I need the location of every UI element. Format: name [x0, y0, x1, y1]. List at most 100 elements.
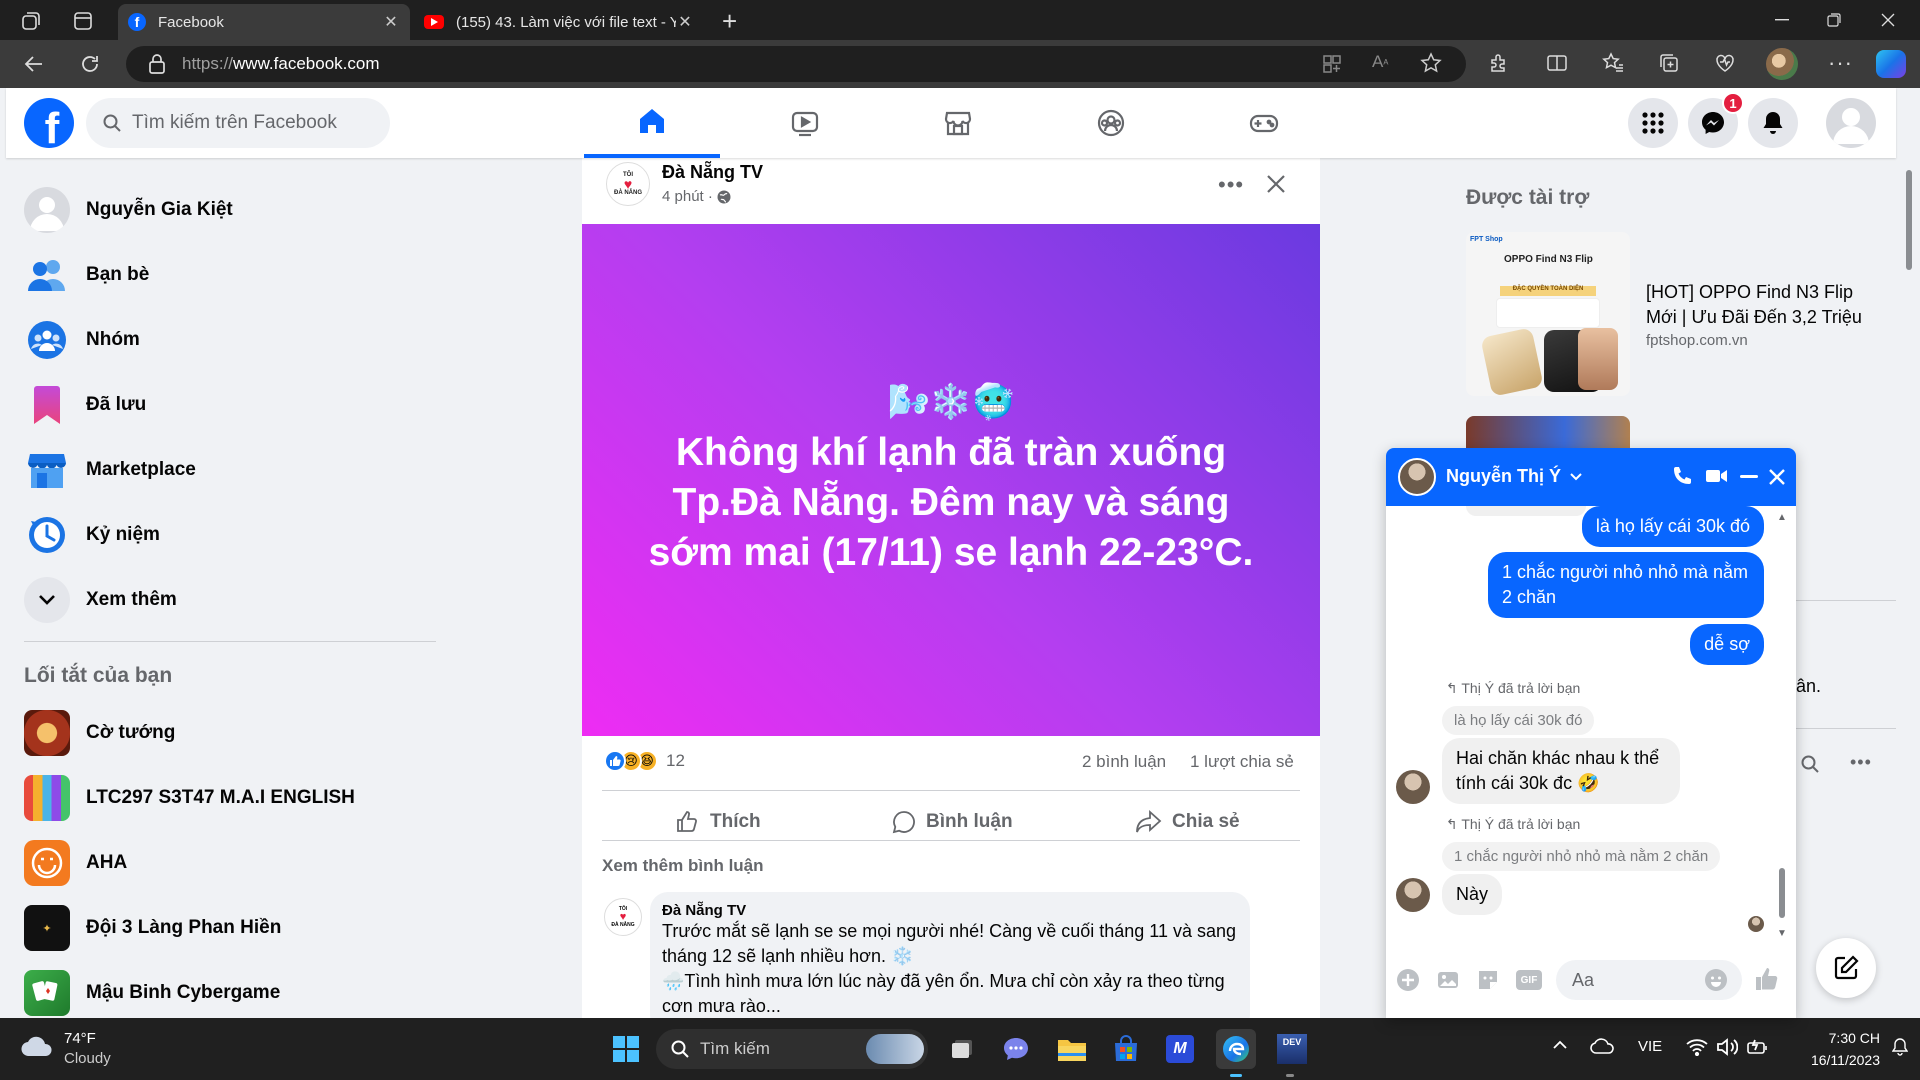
sidebar-item-marketplace[interactable]: Marketplace	[24, 442, 196, 498]
post-author[interactable]: Đà Nẵng TV	[662, 162, 763, 183]
second-ad-image[interactable]	[1466, 416, 1630, 448]
menu-button[interactable]	[1628, 98, 1678, 148]
weather-temperature[interactable]: 74°F	[64, 1030, 96, 1047]
cloud-weather-icon[interactable]	[20, 1032, 54, 1058]
thumbs-up-send-icon[interactable]	[1754, 966, 1780, 992]
favorite-star-icon[interactable]	[1420, 52, 1442, 74]
received-message[interactable]: Hai chăn khác nhau k thể tính cái 30k đc…	[1442, 738, 1680, 804]
split-screen-icon[interactable]	[1546, 52, 1568, 74]
sidebar-item-groups[interactable]: Nhóm	[24, 312, 140, 368]
comment-button[interactable]: Bình luận	[892, 800, 1013, 844]
sidebar-item-see-more[interactable]: Xem thêm	[24, 572, 177, 628]
close-tab-icon[interactable]: ✕	[382, 12, 400, 32]
tab-home[interactable]	[584, 88, 720, 158]
chat-scrollbar-thumb[interactable]	[1779, 868, 1785, 918]
collections-icon[interactable]	[1658, 52, 1680, 74]
shortcut-co-tuong[interactable]: Cờ tướng	[24, 705, 175, 761]
sent-message[interactable]: dễ sợ	[1690, 624, 1764, 665]
notifications-button[interactable]	[1748, 98, 1798, 148]
favorites-icon[interactable]	[1602, 52, 1624, 74]
post-more-icon[interactable]: •••	[1218, 172, 1244, 198]
task-view-icon[interactable]	[942, 1029, 982, 1069]
copilot-icon[interactable]	[1876, 50, 1906, 78]
settings-more-icon[interactable]: ···	[1828, 50, 1853, 76]
page-scrollbar[interactable]	[1898, 88, 1920, 1018]
shortcut-aha[interactable]: AHA	[24, 835, 127, 891]
tab-facebook[interactable]: f Facebook ✕	[118, 4, 410, 40]
close-chat-icon[interactable]	[1768, 468, 1786, 486]
tab-groups[interactable]	[1043, 88, 1179, 158]
url-field[interactable]: https://www.facebook.com	[126, 46, 1466, 82]
input-language[interactable]: VIE	[1638, 1038, 1662, 1055]
sidebar-item-profile[interactable]: Nguyễn Gia Kiệt	[24, 182, 233, 238]
tab-video[interactable]	[737, 88, 873, 158]
comment-author[interactable]: Đà Nẵng TV	[662, 902, 1238, 919]
view-more-comments[interactable]: Xem thêm bình luận	[602, 856, 764, 876]
minimize-chat-icon[interactable]	[1740, 475, 1758, 478]
gif-icon[interactable]: GIF	[1516, 970, 1542, 990]
quoted-message[interactable]: là họ lấy cái 30k đó	[1442, 706, 1595, 735]
chat-title[interactable]: Nguyễn Thị Ý	[1446, 466, 1583, 487]
weather-condition[interactable]: Cloudy	[64, 1050, 111, 1067]
post-text-background[interactable]: 🌬️❄️🥶 Không khí lạnh đã tràn xuống Tp.Đà…	[582, 224, 1320, 736]
new-tab-icon[interactable]: +	[722, 6, 737, 37]
taskbar-search[interactable]: Tìm kiếm	[656, 1029, 928, 1069]
edge-icon[interactable]	[1216, 1029, 1256, 1069]
vertical-tabs-icon[interactable]	[72, 10, 94, 32]
shortcut-mau-binh[interactable]: Mậu Binh Cybergame	[24, 965, 280, 1021]
scroll-down-icon[interactable]: ▼	[1777, 928, 1787, 939]
chat-avatar[interactable]	[1398, 458, 1436, 496]
app-available-icon[interactable]	[1322, 54, 1342, 74]
tab-youtube[interactable]: (155) 43. Làm việc với file text - Y ✕	[414, 4, 704, 40]
wifi-icon[interactable]	[1686, 1038, 1708, 1056]
tab-marketplace[interactable]	[890, 88, 1026, 158]
sticker-icon[interactable]	[1476, 968, 1500, 992]
comment-count[interactable]: 2 bình luận	[1082, 752, 1166, 772]
received-message[interactable]: Này	[1442, 874, 1503, 915]
contacts-more-icon[interactable]: •••	[1850, 752, 1872, 773]
minimize-window-icon[interactable]	[1754, 0, 1810, 40]
workspaces-icon[interactable]	[20, 10, 42, 32]
emoji-icon[interactable]	[1704, 968, 1728, 992]
shortcut-ltc297[interactable]: LTC297 S3T47 M.A.I ENGLISH	[24, 770, 355, 826]
photo-icon[interactable]	[1436, 968, 1460, 992]
microsoft-store-icon[interactable]	[1106, 1029, 1146, 1069]
ad-image[interactable]: FPT Shop OPPO Find N3 Flip ĐẶC QUYỀN TOÀ…	[1466, 232, 1630, 396]
back-icon[interactable]	[22, 52, 46, 76]
refresh-icon[interactable]	[78, 52, 102, 76]
reactions-summary[interactable]: 😢 😆 12	[604, 750, 685, 772]
lock-icon[interactable]	[148, 54, 166, 74]
account-avatar[interactable]	[1826, 98, 1876, 148]
sent-message[interactable]: 1 chắc người nhỏ nhỏ mà nằm 2 chăn	[1488, 552, 1764, 618]
notification-bell-icon[interactable]	[1892, 1038, 1908, 1056]
like-button[interactable]: Thích	[676, 800, 761, 844]
show-hidden-icons[interactable]	[1552, 1040, 1568, 1050]
sent-message[interactable]: là họ lấy cái 30k đó	[1581, 506, 1764, 547]
messenger-button[interactable]: 1	[1688, 92, 1744, 148]
sidebar-item-saved[interactable]: Đã lưu	[24, 377, 146, 433]
page-avatar[interactable]: TÔI ♥ ĐÀ NẴNG	[606, 162, 650, 206]
comment-avatar[interactable]: TÔI ♥ ĐÀ NẴNG	[604, 898, 642, 936]
mathtype-icon[interactable]: M	[1160, 1029, 1200, 1069]
clock-date[interactable]: 16/11/2023	[1780, 1052, 1880, 1068]
file-explorer-icon[interactable]	[1052, 1029, 1092, 1069]
volume-icon[interactable]	[1716, 1038, 1738, 1056]
facebook-logo[interactable]: f	[24, 98, 74, 148]
browser-essentials-icon[interactable]	[1714, 52, 1736, 74]
search-input[interactable]: Tìm kiếm trên Facebook	[86, 98, 390, 148]
sidebar-item-memories[interactable]: Kỷ niệm	[24, 507, 160, 563]
video-call-icon[interactable]	[1706, 468, 1728, 484]
chat-app-icon[interactable]	[996, 1029, 1036, 1069]
new-message-button[interactable]	[1816, 938, 1876, 998]
battery-charging-icon[interactable]	[1746, 1037, 1768, 1057]
post-close-icon[interactable]	[1266, 174, 1286, 194]
share-count[interactable]: 1 lượt chia sẻ	[1190, 752, 1294, 772]
scrollbar-thumb[interactable]	[1906, 170, 1912, 270]
post-time[interactable]: 4 phút ·	[662, 188, 713, 205]
voice-call-icon[interactable]	[1672, 466, 1692, 486]
read-aloud-icon[interactable]: Aᴬ	[1372, 52, 1388, 72]
share-button[interactable]: Chia sẻ	[1136, 800, 1240, 844]
profile-avatar[interactable]	[1766, 48, 1798, 80]
ad-title[interactable]: [HOT] OPPO Find N3 Flip Mới | Ưu Đãi Đến…	[1646, 280, 1886, 330]
clock-time[interactable]: 7:30 CH	[1790, 1030, 1880, 1046]
